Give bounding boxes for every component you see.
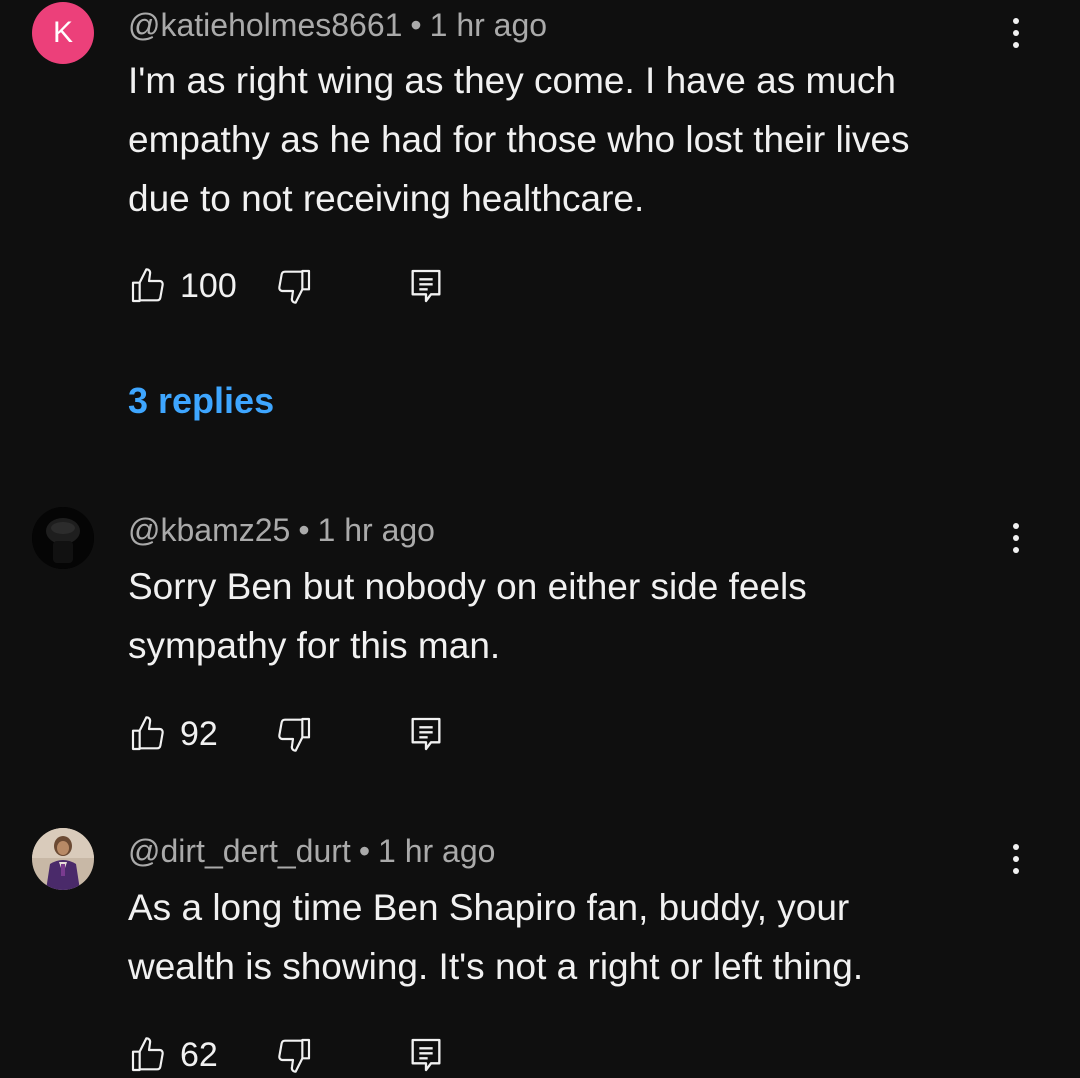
thumbs-up-icon[interactable] [128, 266, 168, 306]
comment-text: As a long time Ben Shapiro fan, buddy, y… [128, 878, 1008, 996]
avatar[interactable]: K [32, 2, 94, 64]
comment-text-line: empathy as he had for those who lost the… [128, 119, 910, 160]
comment-actions: 62 [128, 1035, 458, 1075]
avatar-letter: K [52, 16, 73, 49]
more-vertical-icon[interactable] [996, 513, 1036, 563]
thumbs-down-icon[interactable] [274, 266, 314, 306]
comment-author[interactable]: @kbamz25 [128, 512, 290, 548]
reply-comment-icon[interactable] [406, 266, 446, 306]
comment-author[interactable]: @katieholmes8661 [128, 7, 402, 43]
meta-separator: • [298, 512, 310, 548]
comment-meta: @katieholmes8661 • 1 hr ago [128, 0, 547, 50]
reply-comment-icon[interactable] [406, 1035, 446, 1075]
avatar-image [32, 828, 94, 890]
like-count: 92 [180, 715, 218, 753]
avatar-image [32, 507, 94, 569]
comment-time[interactable]: 1 hr ago [378, 833, 495, 869]
comment-text-line: As a long time Ben Shapiro fan, buddy, y… [128, 887, 850, 928]
comment-text-line: I'm as right wing as they come. I have a… [128, 60, 896, 101]
person-in-purple-suit-avatar[interactable] [32, 828, 94, 890]
thumbs-down-icon[interactable] [274, 714, 314, 754]
dark-silhouette-avatar[interactable] [32, 507, 94, 569]
comment-actions: 92 [128, 714, 458, 754]
thumbs-down-icon[interactable] [274, 1035, 314, 1075]
comment-text-line: sympathy for this man. [128, 625, 501, 666]
like-count: 62 [180, 1036, 218, 1074]
reply-comment-icon[interactable] [406, 714, 446, 754]
comment-text-line: Sorry Ben but nobody on either side feel… [128, 566, 807, 607]
thumbs-up-icon[interactable] [128, 1035, 168, 1075]
comment-time[interactable]: 1 hr ago [430, 7, 547, 43]
comment-actions: 100 [128, 266, 458, 306]
comment-text: Sorry Ben but nobody on either side feel… [128, 557, 1008, 675]
meta-separator: • [410, 7, 422, 43]
comment-meta: @kbamz25 • 1 hr ago [128, 505, 435, 555]
like-count: 100 [180, 267, 237, 305]
replies-link[interactable]: 3 replies [128, 376, 274, 426]
comment-text: I'm as right wing as they come. I have a… [128, 51, 1008, 228]
comment-author[interactable]: @dirt_dert_durt [128, 833, 351, 869]
comment-time[interactable]: 1 hr ago [318, 512, 435, 548]
more-vertical-icon[interactable] [996, 834, 1036, 884]
thumbs-up-icon[interactable] [128, 714, 168, 754]
comment-text-line: wealth is showing. It's not a right or l… [128, 946, 864, 987]
comment-text-line: due to not receiving healthcare. [128, 178, 645, 219]
meta-separator: • [358, 833, 371, 869]
comment-meta: @dirt_dert_durt • 1 hr ago [128, 826, 495, 876]
